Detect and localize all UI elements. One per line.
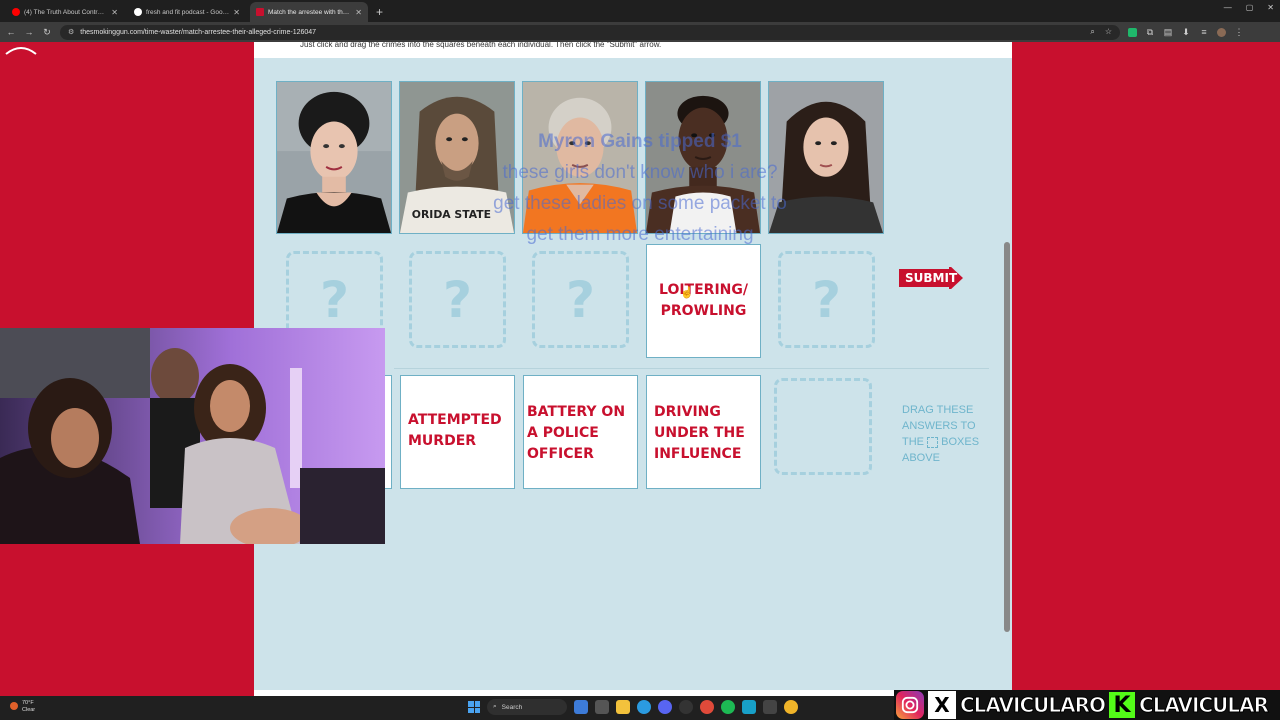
x-logo-icon: X: [928, 691, 956, 719]
extension-icon[interactable]: [1128, 27, 1137, 37]
placed-answer-card[interactable]: LOITERING/ PROWLING: [646, 244, 761, 358]
browser-tab-1[interactable]: (4) The Truth About Control an ✕: [6, 2, 124, 22]
hint-line-1: DRAG THESE: [902, 404, 974, 416]
submit-button[interactable]: SUBMIT: [899, 265, 963, 291]
sidepanel-icon[interactable]: ▤: [1163, 27, 1173, 38]
search-icon: ⌕: [493, 703, 497, 710]
weather-condition: Clear: [22, 707, 36, 713]
weather-widget[interactable]: 70°F Clear: [10, 700, 35, 714]
app-icon-2[interactable]: [763, 700, 777, 714]
browser-tabbar: (4) The Truth About Control an ✕ fresh a…: [0, 0, 1280, 22]
chrome-icon-2[interactable]: [784, 700, 798, 714]
answer-text: ATTEMPTED MURDER: [408, 412, 502, 449]
drop-slot-2[interactable]: ?: [409, 251, 506, 348]
bookmark-star-icon[interactable]: ☆: [1105, 27, 1112, 37]
mouse-cursor-icon: ☝: [680, 287, 694, 299]
drop-slot-3[interactable]: ?: [532, 251, 629, 348]
minimize-icon[interactable]: —: [1224, 3, 1232, 12]
task-view-icon[interactable]: [595, 700, 609, 714]
question-mark-icon: ?: [811, 270, 841, 329]
instagram-icon: [896, 691, 924, 719]
mugshot-1: [276, 81, 392, 234]
answer-card-attempted-murder[interactable]: ATTEMPTED MURDER: [400, 375, 515, 489]
answer-card-dui[interactable]: DRIVING UNDER THE INFLUENCE: [646, 375, 761, 489]
drop-slot-5[interactable]: ?: [778, 251, 875, 348]
question-mark-icon: ?: [319, 270, 349, 329]
answer-card-battery-on-police-officer[interactable]: BATTERY ON A POLICE OFFICER: [523, 375, 638, 489]
submit-label: SUBMIT: [905, 271, 958, 285]
obs-icon[interactable]: [679, 700, 693, 714]
window-controls: — ▢ ✕: [1224, 3, 1274, 12]
answer-text: BATTERY ON A POLICE OFFICER: [527, 404, 626, 462]
search-label: Search: [501, 703, 523, 711]
hint-line-3b: BOXES: [941, 436, 980, 448]
weather-icon: [10, 702, 18, 710]
mugshot-3: [522, 81, 638, 234]
social-handle-2: CLAVICULAR: [1139, 693, 1270, 718]
drag-hint: DRAG THESE ANSWERS TO THE BOXES ABOVE: [902, 402, 982, 466]
profile-avatar[interactable]: [1217, 27, 1226, 37]
close-tab-icon[interactable]: ✕: [111, 8, 118, 17]
empty-answer-slot: [774, 378, 872, 475]
webcam-overlay: [0, 328, 385, 544]
file-explorer-icon[interactable]: [616, 700, 630, 714]
address-bar-row: ← → ↻ ⚙ thesmokinggun.com/time-waster/ma…: [0, 22, 1280, 42]
new-tab-button[interactable]: +: [372, 2, 387, 22]
smoking-gun-icon: [256, 8, 264, 16]
placed-answer-text: LOITERING/ PROWLING: [659, 282, 748, 319]
weather-temp: 70°F: [22, 700, 34, 706]
app-icon[interactable]: [742, 700, 756, 714]
forward-icon[interactable]: →: [24, 27, 34, 37]
browser-tab-3[interactable]: Match the arrestee with their a ✕: [250, 2, 368, 22]
tab-title: (4) The Truth About Control an: [24, 8, 108, 16]
close-tab-icon[interactable]: ✕: [233, 8, 240, 17]
browser-tab-2[interactable]: fresh and fit podcast - Google ✕: [128, 2, 246, 22]
download-icon[interactable]: ⬇: [1181, 27, 1191, 38]
mugshot-2: ORIDA STATE: [399, 81, 515, 234]
instructions-text: Just click and drag the crimes into the …: [254, 42, 1012, 58]
hint-line-4: ABOVE: [902, 452, 940, 464]
maximize-icon[interactable]: ▢: [1246, 3, 1254, 12]
divider: [394, 368, 989, 369]
kick-logo-icon: K: [1109, 692, 1136, 718]
taskbar-apps: ⌕ Search: [468, 699, 798, 715]
page-scrollbar[interactable]: [1004, 242, 1010, 632]
url-field[interactable]: ⚙ thesmokinggun.com/time-waster/match-ar…: [60, 24, 1120, 40]
windows-start-icon[interactable]: [468, 701, 480, 713]
tab-title: fresh and fit podcast - Google: [146, 8, 230, 16]
zoom-icon[interactable]: ⌕: [1090, 27, 1094, 37]
answer-text: DRIVING UNDER THE INFLUENCE: [654, 404, 745, 462]
close-window-icon[interactable]: ✕: [1267, 3, 1274, 12]
url-text: thesmokinggun.com/time-waster/match-arre…: [80, 28, 317, 36]
spotify-icon[interactable]: [721, 700, 735, 714]
social-handles-bar: X CLAVICULARO K CLAVICULAR: [894, 690, 1280, 720]
taskbar-search[interactable]: ⌕ Search: [487, 699, 567, 715]
media-icon[interactable]: ≡: [1199, 27, 1209, 37]
social-handle-1: CLAVICULARO: [959, 693, 1106, 718]
shirt-text: ORIDA STATE: [412, 208, 491, 221]
back-icon[interactable]: ←: [6, 27, 16, 37]
reload-icon[interactable]: ↻: [42, 27, 52, 38]
tab-title: Match the arrestee with their a: [268, 8, 352, 16]
discord-icon[interactable]: [658, 700, 672, 714]
question-mark-icon: ?: [442, 270, 472, 329]
mugshot-4: [645, 81, 761, 234]
mugshot-5: [768, 81, 884, 234]
close-tab-icon[interactable]: ✕: [355, 8, 362, 17]
site-info-icon[interactable]: ⚙: [68, 28, 74, 36]
widgets-icon[interactable]: [574, 700, 588, 714]
youtube-icon: [12, 8, 20, 16]
hint-line-2: ANSWERS TO: [902, 420, 976, 432]
omnibox-actions: ⌕ ☆: [1090, 27, 1112, 37]
box-icon: [927, 436, 939, 448]
chrome-icon[interactable]: [700, 700, 714, 714]
google-icon: [134, 8, 142, 16]
menu-icon[interactable]: ⋮: [1234, 27, 1244, 38]
edge-icon[interactable]: [637, 700, 651, 714]
top-left-overlay-icon: [4, 42, 38, 55]
hint-line-3a: THE: [902, 436, 924, 448]
question-mark-icon: ?: [565, 270, 595, 329]
extensions-puzzle-icon[interactable]: ⧉: [1145, 27, 1155, 38]
